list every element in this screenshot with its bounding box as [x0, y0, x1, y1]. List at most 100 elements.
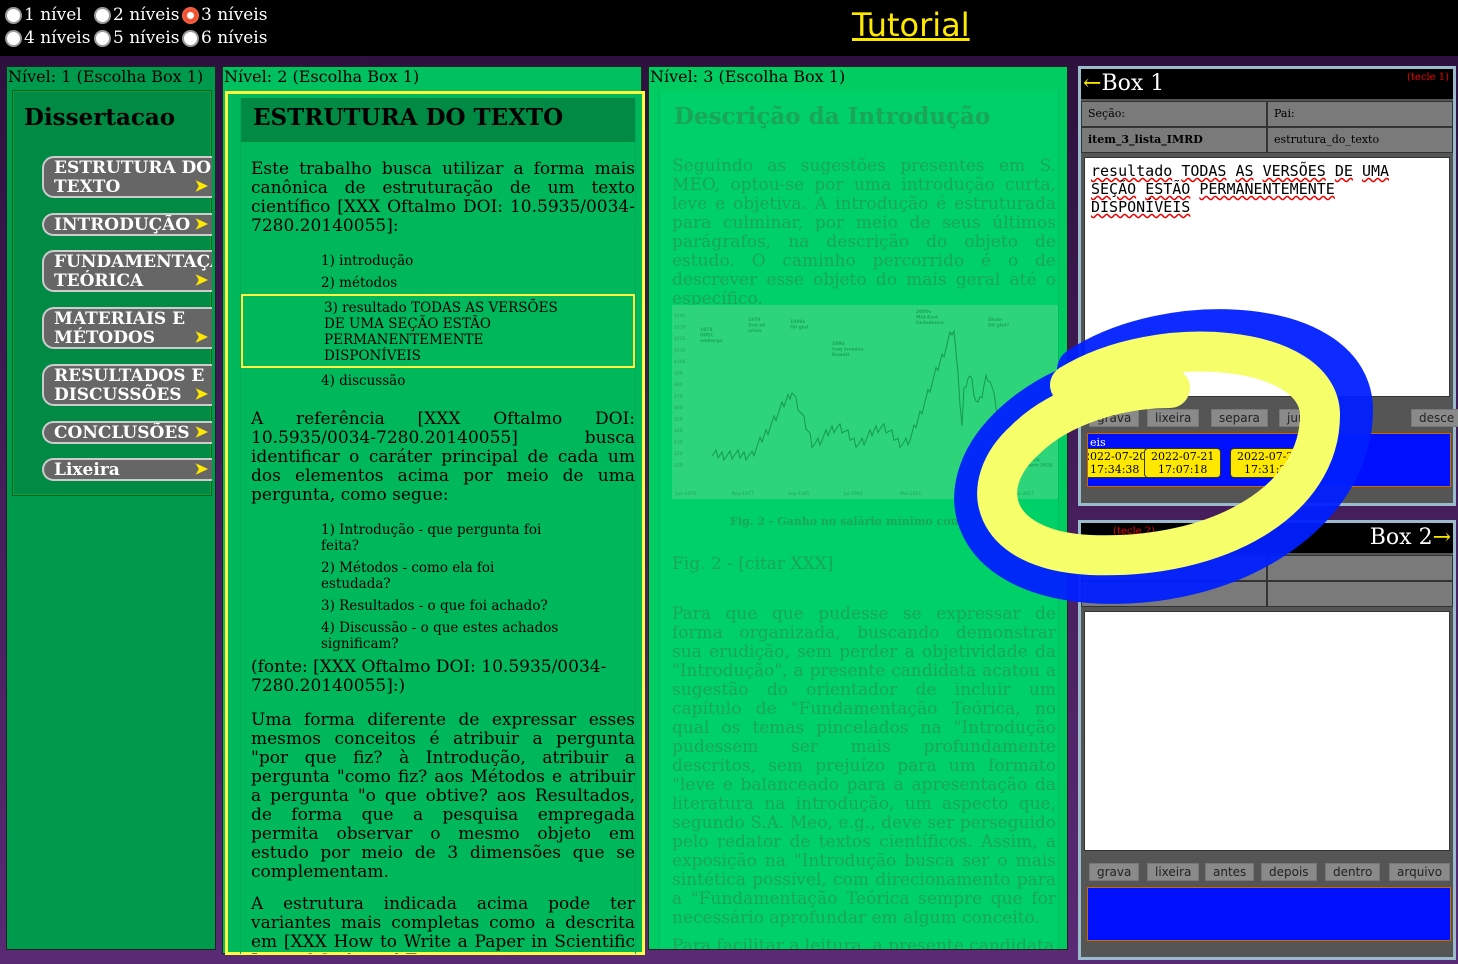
depois-button[interactable]: depois: [1261, 863, 1317, 881]
radio-5-niveis[interactable]: 5 níveis: [94, 28, 179, 48]
nav-label: MATERIAIS E MÉTODOS: [54, 309, 186, 348]
level-2-body: ESTRUTURA DO TEXTO Este trabalho busca u…: [240, 98, 636, 954]
section-heading[interactable]: ESTRUTURA DO TEXTO: [241, 98, 635, 142]
arquivo-button[interactable]: arquivo: [1389, 863, 1451, 881]
level-3-column: Nível: 3 (Escolha Box 1) Descrição da In…: [648, 66, 1068, 950]
antes-button[interactable]: antes: [1205, 863, 1255, 881]
box-1-textarea[interactable]: resultado TODAS AS VERSÕES DE UMA SEÇÃO …: [1084, 157, 1450, 397]
nav-conclusoes[interactable]: CONCLUSÕES ➤: [42, 421, 212, 444]
paragraph-4[interactable]: A estrutura indicada acima pode ter vari…: [251, 895, 635, 955]
section-heading[interactable]: Descrição da Introdução: [674, 103, 990, 130]
list-item-resultado[interactable]: 3) resultado TODAS AS VERSÕES DE UMA SEÇ…: [324, 300, 558, 364]
nav-label: CONCLUSÕES: [54, 423, 190, 443]
level-1-header: Nível: 1 (Escolha Box 1): [8, 67, 204, 86]
version-chip[interactable]: 2022-07-21 17:31:28: [1230, 448, 1308, 478]
lixeira-button[interactable]: lixeira: [1147, 863, 1200, 881]
nav-resultados-e-discussoes[interactable]: RESULTADOS E DISCUSSÕES ➤: [42, 364, 212, 406]
box-2-textarea[interactable]: [1084, 611, 1450, 851]
radio-2-niveis[interactable]: 2 níveis: [94, 5, 179, 25]
chart-event-label: Shale: [988, 317, 1002, 323]
radio-label: 2 níveis: [113, 5, 180, 25]
level-3-header: Nível: 3 (Escolha Box 1): [650, 67, 846, 86]
nav-label: INTRODUÇÃO: [54, 215, 191, 235]
arrow-right-icon: ➤: [194, 384, 208, 403]
radio-label: 1 nível: [24, 5, 82, 25]
chart-event-label: Oil glut?: [988, 323, 1010, 329]
nav-materiais-e-metodos[interactable]: MATERIAIS E MÉTODOS ➤: [42, 307, 212, 349]
nav-estrutura-do-texto[interactable]: ESTRUTURA DO TEXTO ➤: [42, 156, 212, 198]
nav-label: Lixeira: [54, 460, 120, 480]
chart-event-label: Enero 2016: [1024, 463, 1053, 469]
paragraph-2[interactable]: Para que que pudesse se expressar de for…: [672, 605, 1056, 928]
chart-event-label: Kuwait: [832, 352, 850, 358]
chart-x-tick: Nov-2017: [1012, 491, 1034, 497]
radio-circle-selected[interactable]: [182, 6, 199, 24]
text-word: VERSÕES: [1262, 162, 1326, 180]
top-bar: 1 nível 2 níveis 3 níveis 4 níveis 5 nív…: [0, 0, 1458, 56]
chart-y-tick: $90: [674, 371, 683, 377]
radio-label: 3 níveis: [201, 5, 268, 25]
figure-reference[interactable]: Fig. 2 - [citar XXX]: [672, 555, 1056, 574]
chart-event-label: Iraq invades: [832, 347, 864, 353]
chart-event-label: 1973: [700, 327, 713, 333]
radio-6-niveis[interactable]: 6 níveis: [182, 28, 267, 48]
question-item-2[interactable]: 2) Métodos - como ela foi estudada?: [321, 560, 494, 592]
lixeira-button[interactable]: lixeira: [1147, 409, 1200, 427]
secao-value[interactable]: [1081, 581, 1267, 607]
pai-value[interactable]: [1267, 581, 1453, 607]
box-1-title[interactable]: ←Box 1: [1083, 71, 1164, 96]
radio-4-niveis[interactable]: 4 níveis: [5, 28, 90, 48]
pai-value[interactable]: estrutura_do_texto: [1267, 127, 1453, 153]
junta-button[interactable]: junta: [1279, 409, 1326, 427]
paragraph-source[interactable]: (fonte: [XXX Oftalmo DOI: 10.5935/0034-7…: [251, 658, 635, 696]
chart-event-label: OPEC: [700, 333, 714, 339]
nav-fundamentacao-teorica[interactable]: FUNDAMENTAÇÃ TEÓRICA ➤: [42, 250, 212, 292]
pai-label: Pai:: [1267, 101, 1453, 127]
field-values-row: [1081, 581, 1453, 607]
paragraph-2[interactable]: A referência [XXX Oftalmo DOI: 10.5935/0…: [251, 410, 635, 505]
question-item-4[interactable]: 4) Discussão - o que estes achados signi…: [321, 620, 558, 652]
radio-circle[interactable]: [94, 29, 111, 47]
text-word: AS: [1235, 162, 1254, 180]
text-word: TODAS: [1181, 162, 1227, 180]
question-item-1[interactable]: 1) Introdução - que pergunta foi feita?: [321, 522, 541, 554]
paragraph-3[interactable]: Para facilitar a leitura, a presente can…: [672, 937, 1056, 950]
nav-introducao[interactable]: INTRODUÇÃO ➤: [42, 213, 212, 236]
arrow-right-icon: ➤: [194, 270, 208, 289]
chart-event-label: Oil glut: [790, 325, 809, 331]
version-chip[interactable]: 2022-07-21 17:07:18: [1144, 448, 1222, 478]
radio-1-nivel[interactable]: 1 nível: [5, 5, 82, 25]
radio-3-niveis[interactable]: 3 níveis: [182, 5, 267, 25]
dentro-button[interactable]: dentro: [1325, 863, 1381, 881]
level-2-column: Nível: 2 (Escolha Box 1) ESTRUTURA DO TE…: [222, 66, 645, 955]
oil-price-chart-image: $140 $130 $120 $110 $100 $90 $80 $70 $60 $50 $40 $3…: [672, 305, 1058, 499]
box-2-title[interactable]: Box 2→: [1370, 525, 1451, 550]
chart-x-tick: Jul-1993: [843, 491, 863, 497]
radio-circle[interactable]: [182, 29, 199, 47]
desce-button[interactable]: desce: [1411, 409, 1458, 427]
text-word: DE: [1334, 162, 1353, 180]
radio-circle[interactable]: [5, 29, 22, 47]
separa-button[interactable]: separa: [1211, 409, 1268, 427]
radio-circle[interactable]: [94, 6, 111, 24]
list-item-introducao[interactable]: 1) introdução: [321, 253, 413, 269]
box-1-header: ←Box 1 (tecle 1): [1081, 69, 1453, 99]
pai-label: [1267, 555, 1453, 581]
paragraph-1[interactable]: Seguindo as sugestões presentes em S. ME…: [672, 157, 1056, 309]
radio-circle[interactable]: [5, 6, 22, 24]
paragraph-1[interactable]: Este trabalho busca utilizar a forma mai…: [251, 160, 635, 236]
nav-lixeira[interactable]: Lixeira ➤: [42, 458, 212, 481]
dissertation-title[interactable]: Dissertacao: [24, 104, 175, 131]
grava-button[interactable]: grava: [1089, 409, 1140, 427]
chart-event-label: 1990: [832, 341, 845, 347]
paragraph-3[interactable]: Uma forma diferente de expressar esses m…: [251, 711, 635, 882]
tutorial-link[interactable]: Tutorial: [852, 6, 970, 44]
arrow-right-icon: ➤: [194, 422, 208, 441]
level-2-header: Nível: 2 (Escolha Box 1): [224, 67, 420, 86]
question-item-3[interactable]: 3) Resultados - o que foi achado?: [321, 598, 548, 614]
grava-button[interactable]: grava: [1089, 863, 1140, 881]
chart-x-tick: Jan-1970: [675, 491, 696, 497]
list-item-metodos[interactable]: 2) métodos: [321, 275, 397, 291]
secao-value[interactable]: item_3_lista_IMRD: [1081, 127, 1267, 153]
list-item-discussao[interactable]: 4) discussão: [321, 373, 405, 389]
